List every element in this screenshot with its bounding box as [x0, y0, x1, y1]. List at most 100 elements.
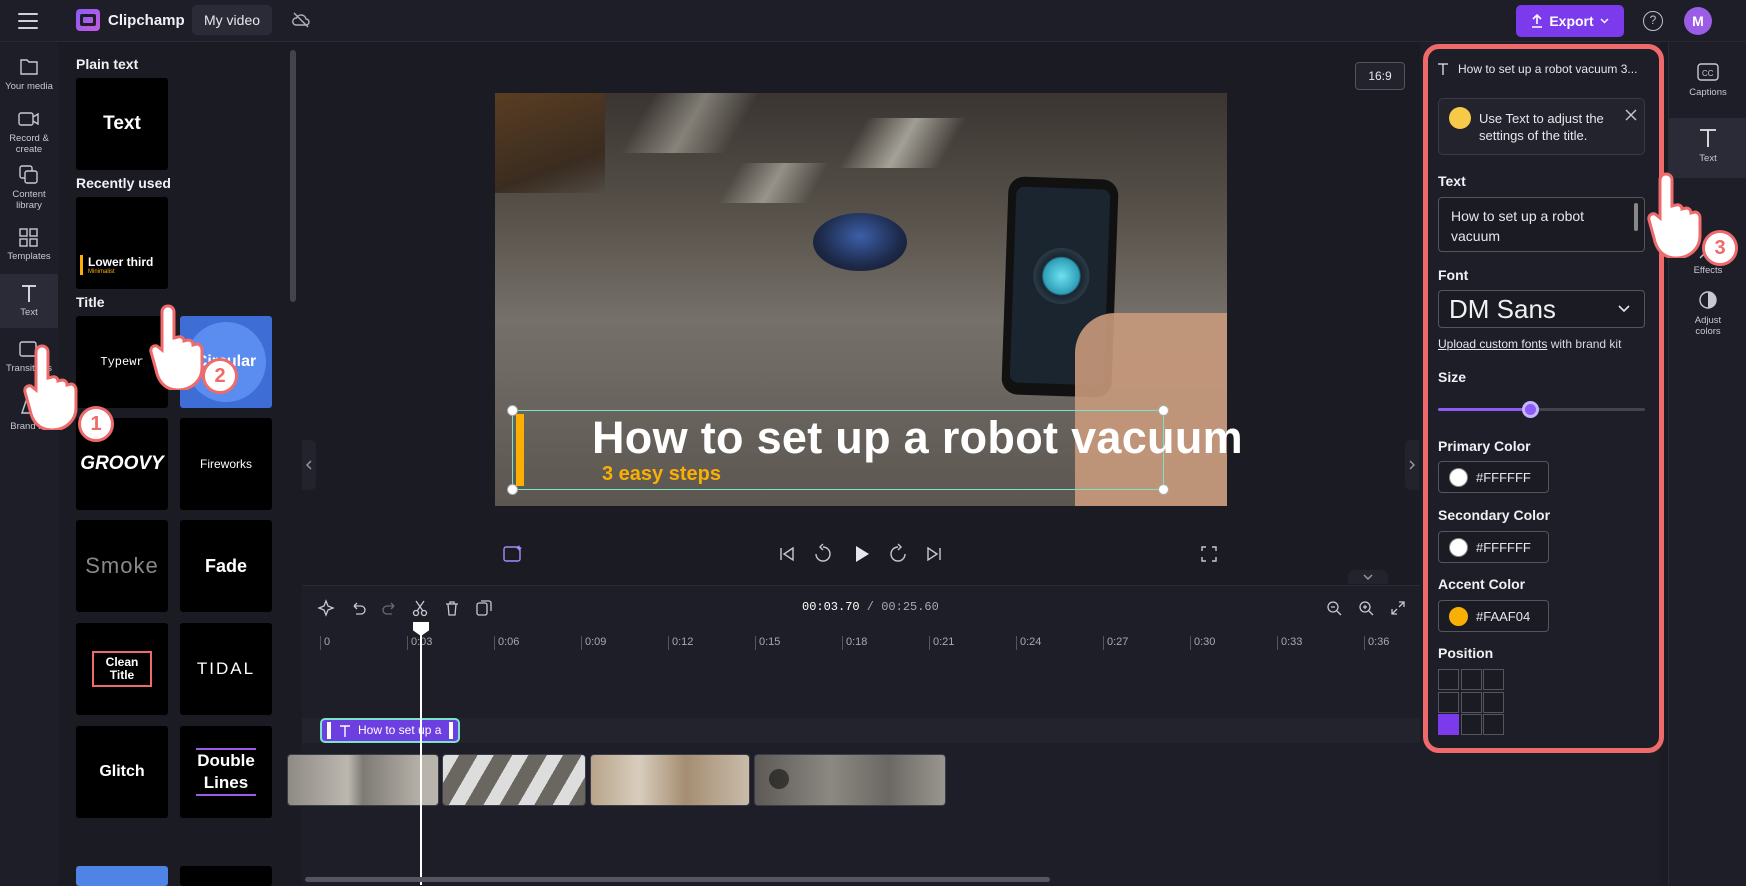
- ruler-tick: 0:12: [668, 636, 693, 650]
- app-name: Clipchamp: [108, 12, 185, 29]
- time-separator: /: [859, 600, 882, 614]
- tidal-tile[interactable]: TIDAL: [180, 623, 272, 715]
- rail-item-label: Record & create: [9, 133, 49, 155]
- video-clip[interactable]: [442, 754, 586, 806]
- text-icon: [340, 725, 350, 737]
- highlight-frame: [1423, 44, 1664, 753]
- fit-timeline-icon[interactable]: [1388, 598, 1408, 618]
- rail-item-label: Your media: [5, 81, 53, 92]
- aspect-ratio-button[interactable]: 16:9: [1355, 62, 1405, 90]
- collapse-timeline-button[interactable]: [1348, 570, 1388, 584]
- delete-icon[interactable]: [442, 598, 462, 618]
- step-badge: 2: [202, 358, 238, 394]
- camera-icon: [18, 112, 39, 126]
- export-button[interactable]: Export: [1516, 5, 1624, 37]
- playhead[interactable]: [420, 625, 422, 885]
- step-badge: 3: [1702, 230, 1738, 266]
- cloud-off-icon[interactable]: [291, 12, 311, 28]
- video-clip[interactable]: [754, 754, 946, 806]
- lower-third-sub: Minimalist: [88, 269, 115, 275]
- clean-title-tile[interactable]: Clean Title: [76, 623, 168, 715]
- clip-trim-handle-right[interactable]: [449, 722, 453, 739]
- zoom-out-icon[interactable]: [1324, 598, 1344, 618]
- magic-edit-icon[interactable]: [502, 542, 524, 566]
- ruler-tick: 0:18: [842, 636, 867, 650]
- help-icon[interactable]: ?: [1643, 11, 1663, 31]
- project-name-field[interactable]: My video: [192, 5, 273, 35]
- sunlight-patch: [805, 118, 1025, 168]
- rail-item-label: Text: [1699, 153, 1717, 164]
- current-time: 00:03.70: [802, 600, 860, 614]
- rail-item-content-library[interactable]: Content library: [0, 164, 58, 211]
- lower-third-title: Lower third: [88, 255, 154, 269]
- ruler-tick: 0:27: [1103, 636, 1128, 650]
- rail-item-captions[interactable]: CC Captions: [1669, 60, 1746, 98]
- chevron-down-icon: [1363, 574, 1373, 580]
- sunlight-patch: [575, 93, 805, 153]
- timecode: 00:03.70 / 00:25.60: [802, 600, 939, 614]
- panel-scrollbar[interactable]: [290, 50, 296, 302]
- title-heading: Title: [76, 294, 105, 310]
- double-lines-label: Double Lines: [196, 748, 256, 796]
- more-tile[interactable]: [76, 866, 168, 886]
- zoom-in-icon[interactable]: [1356, 598, 1376, 618]
- smoke-tile[interactable]: Smoke: [76, 520, 168, 612]
- left-rail: Your media Record & create Content libra…: [0, 42, 58, 885]
- text-clip[interactable]: How to set up a: [320, 718, 460, 743]
- volume-icon[interactable]: [769, 769, 789, 789]
- collapse-left-panel-button[interactable]: [302, 440, 316, 490]
- undo-icon[interactable]: [348, 598, 368, 618]
- timeline: 00:03.70 / 00:25.60 0 0:03 0:06 0:09 0:1…: [287, 585, 1420, 885]
- more-tile[interactable]: [180, 866, 272, 886]
- fireworks-tile[interactable]: Fireworks: [180, 418, 272, 510]
- timeline-ruler[interactable]: 0 0:03 0:06 0:09 0:12 0:15 0:18 0:21 0:2…: [320, 636, 1420, 656]
- text-track: [302, 718, 1420, 743]
- rewind-5-icon[interactable]: [812, 542, 834, 566]
- magic-icon[interactable]: [316, 598, 336, 618]
- skip-forward-icon[interactable]: [923, 542, 945, 566]
- skip-back-icon[interactable]: [776, 542, 798, 566]
- rail-item-record-create[interactable]: Record & create: [0, 108, 58, 155]
- plain-text-tile[interactable]: Text: [76, 78, 168, 170]
- pointer-hand-icon: [23, 344, 78, 430]
- rail-item-templates[interactable]: Templates: [0, 226, 58, 262]
- total-time: 00:25.60: [881, 600, 939, 614]
- title-text[interactable]: How to set up a robot vacuum: [592, 412, 1243, 464]
- forward-5-icon[interactable]: [887, 542, 909, 566]
- rail-item-label: Text: [20, 307, 38, 318]
- play-icon[interactable]: [849, 542, 873, 566]
- glitch-tile[interactable]: Glitch: [76, 726, 168, 818]
- rail-item-label: Captions: [1689, 87, 1727, 98]
- resize-handle[interactable]: [1158, 484, 1169, 495]
- subtitle-text[interactable]: 3 easy steps: [602, 463, 721, 486]
- ruler-tick: 0:33: [1277, 636, 1302, 650]
- timeline-scrollbar[interactable]: [305, 877, 1050, 882]
- fullscreen-icon[interactable]: [1198, 542, 1220, 566]
- text-clip-label: How to set up a: [358, 723, 442, 737]
- clip-trim-handle-left[interactable]: [327, 722, 331, 739]
- chevron-down-icon: [1600, 18, 1609, 24]
- menu-icon[interactable]: [18, 13, 38, 29]
- split-icon[interactable]: [410, 598, 430, 618]
- text-library-panel: Plain text Text Recently used Lower thir…: [58, 42, 298, 886]
- redo-icon[interactable]: [380, 598, 400, 618]
- duplicate-icon[interactable]: [474, 598, 494, 618]
- folder-icon: [20, 59, 38, 75]
- phone-dial: [1032, 247, 1091, 306]
- rail-item-adjust-colors[interactable]: Adjust colors: [1669, 288, 1746, 337]
- lower-third-tile[interactable]: Lower third Minimalist: [76, 197, 168, 289]
- rail-item-your-media[interactable]: Your media: [0, 56, 58, 92]
- rail-item-text[interactable]: Text: [0, 274, 58, 328]
- fade-tile[interactable]: Fade: [180, 520, 272, 612]
- avatar[interactable]: M: [1684, 7, 1712, 35]
- ruler-tick: 0: [320, 636, 330, 650]
- ruler-tick: 0:21: [929, 636, 954, 650]
- chevron-right-icon: [1409, 460, 1415, 470]
- ruler-tick: 0:30: [1190, 636, 1215, 650]
- robot-vacuum: [813, 213, 907, 271]
- collapse-right-panel-button[interactable]: [1405, 440, 1419, 490]
- video-clip[interactable]: [287, 754, 439, 806]
- ruler-tick: 0:24: [1016, 636, 1041, 650]
- double-lines-tile[interactable]: Double Lines: [180, 726, 272, 818]
- video-clip[interactable]: [590, 754, 750, 806]
